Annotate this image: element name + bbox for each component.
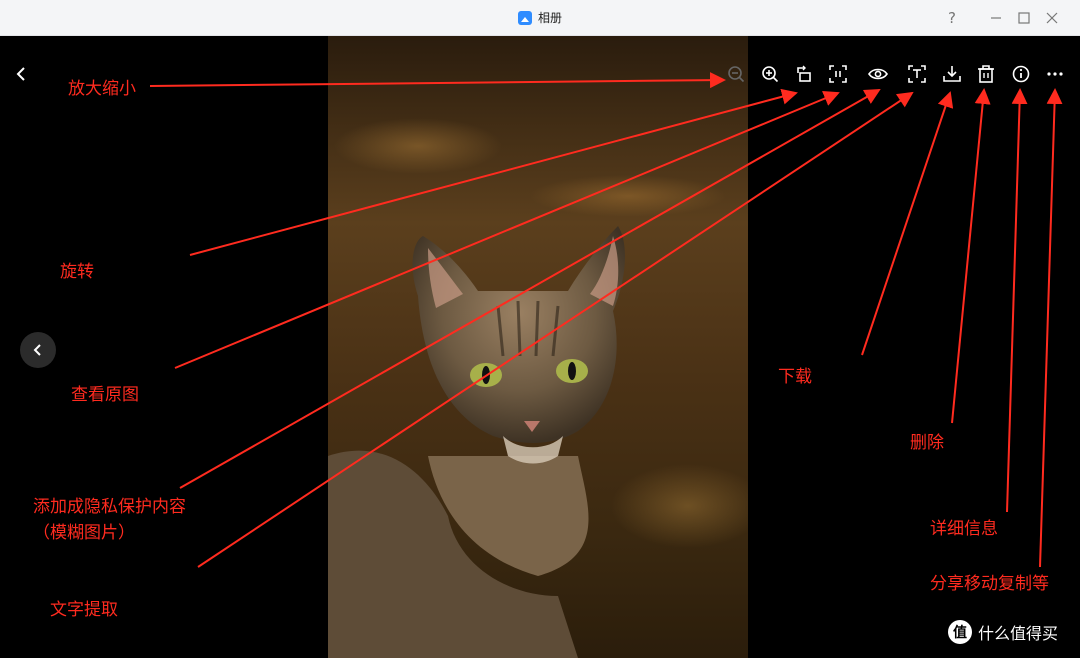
annotation-text-extract: 文字提取 xyxy=(50,600,118,620)
annotation-privacy-sub: （模糊图片） xyxy=(33,523,135,543)
arrow-view-original xyxy=(174,90,840,369)
annotation-more: 分享移动复制等 xyxy=(930,574,1049,594)
annotation-view-original: 查看原图 xyxy=(71,385,139,405)
arrow-zoom xyxy=(149,72,726,89)
arrow-download xyxy=(861,91,954,356)
arrow-text-extract xyxy=(197,91,914,568)
annotation-details: 详细信息 xyxy=(930,519,998,539)
watermark: 值 什么值得买 xyxy=(948,620,1058,644)
watermark-text: 什么值得买 xyxy=(978,624,1059,643)
annotation-download: 下载 xyxy=(778,367,812,387)
arrow-more xyxy=(1039,88,1063,568)
annotation-delete: 删除 xyxy=(910,433,944,453)
watermark-logo: 值 xyxy=(948,620,972,644)
arrow-details xyxy=(1006,88,1028,513)
annotation-rotate: 旋转 xyxy=(60,262,94,282)
annotation-zoom: 放大缩小 xyxy=(68,79,136,99)
arrow-privacy xyxy=(179,89,881,489)
annotation-privacy: 添加成隐私保护内容 xyxy=(33,497,186,517)
annotation-arrows xyxy=(149,72,1063,568)
arrow-delete xyxy=(951,88,991,424)
